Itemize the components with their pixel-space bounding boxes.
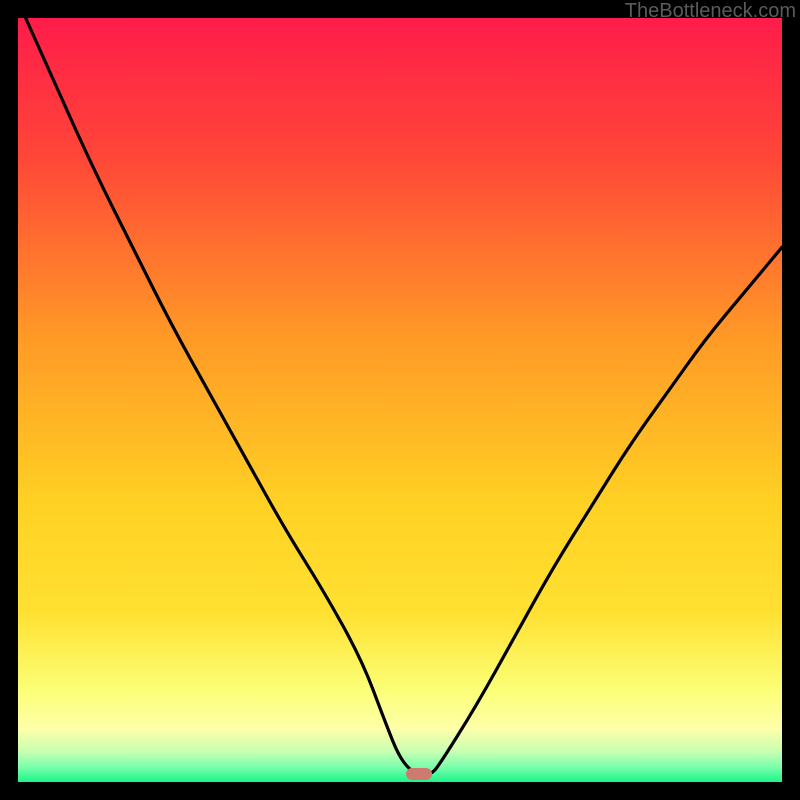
min-marker bbox=[406, 768, 432, 780]
plot-area bbox=[18, 18, 782, 782]
chart-stage: TheBottleneck.com bbox=[0, 0, 800, 800]
curve-layer bbox=[18, 18, 782, 782]
attribution-text: TheBottleneck.com bbox=[625, 0, 796, 23]
bottleneck-curve bbox=[26, 18, 782, 774]
